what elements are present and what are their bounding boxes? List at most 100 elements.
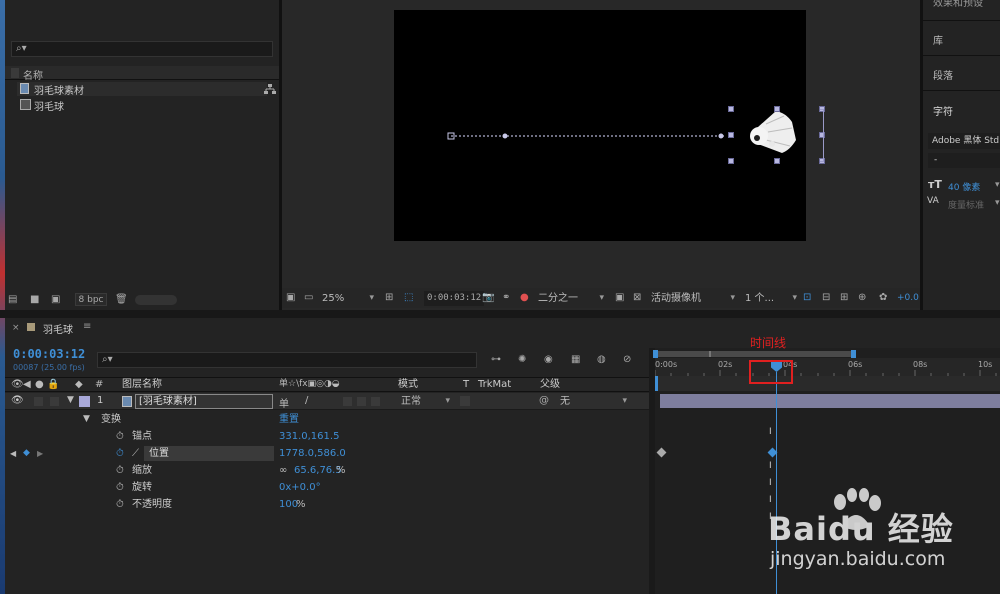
composition-canvas[interactable] (394, 10, 825, 241)
layer-name-column-header[interactable]: 图层名称 (122, 378, 162, 391)
transform-handle[interactable] (728, 158, 734, 164)
work-area-bar[interactable] (653, 350, 856, 358)
bpc-button[interactable]: 8 bpc (75, 293, 107, 306)
switch-box[interactable] (357, 397, 366, 406)
channel-icon[interactable]: ● (520, 292, 529, 304)
comp-flowchart-icon[interactable]: ⊶ (491, 354, 501, 366)
stopwatch-icon[interactable]: ⏱ (116, 428, 124, 445)
eye-icon[interactable]: 👁 (11, 378, 24, 391)
transparency-grid-icon[interactable]: ▣ (615, 292, 624, 304)
layer-label-color[interactable] (79, 396, 90, 407)
property-value[interactable]: 65.6,76.5 (294, 462, 342, 479)
stopwatch-active-icon[interactable]: ⏱ (116, 445, 124, 462)
mode-column-header[interactable]: 模式 (398, 378, 418, 391)
font-style-dropdown[interactable]: - (928, 153, 1000, 168)
switch-box[interactable] (343, 397, 352, 406)
new-folder-icon[interactable]: ■ (30, 294, 39, 306)
transform-expand-icon[interactable]: ▼ (83, 411, 90, 428)
transform-handle[interactable] (728, 132, 734, 138)
always-preview-icon[interactable]: ▣ (286, 292, 295, 304)
project-item-composition[interactable]: 羽毛球 (17, 98, 267, 113)
project-scrollbar[interactable] (135, 295, 177, 305)
property-row-scale[interactable]: ⏱ 缩放 ∞ 65.6,76.5 % (5, 462, 651, 479)
interpret-footage-icon[interactable]: ▤ (8, 294, 17, 306)
property-row-anchor[interactable]: ⏱ 锚点 331.0,161.5 (5, 428, 651, 445)
layer-row[interactable]: 👁 ▼ 1 [羽毛球素材] 单 / 正常 @ 无 (5, 393, 651, 410)
lock-icon[interactable]: 🔒 (47, 378, 59, 391)
library-tab[interactable]: 库 (933, 32, 943, 47)
switches-column-header[interactable]: 单☆\fx▣◎◑◒ (279, 378, 340, 391)
switch-box[interactable] (371, 397, 380, 406)
prev-keyframe-icon[interactable]: ◀ (10, 445, 16, 462)
mode-dropdown[interactable]: 正常 (398, 394, 454, 409)
shy-layers-icon[interactable]: ◉ (544, 354, 553, 366)
exposure-value[interactable]: +0.0 (897, 293, 919, 303)
tracking-dropdown-icon[interactable]: ▾ (995, 198, 1000, 208)
layer-expand-icon[interactable]: ▼ (67, 395, 74, 405)
transform-handle[interactable] (774, 158, 780, 164)
timeline-icon[interactable]: ⊞ (840, 292, 848, 304)
number-column-header[interactable]: # (95, 378, 103, 391)
reset-exposure-icon[interactable]: ✿ (879, 292, 887, 304)
font-size-dropdown-icon[interactable]: ▾ (995, 180, 1000, 190)
layer-lock-box[interactable] (50, 397, 59, 406)
font-family-dropdown[interactable]: Adobe 黑体 Std (928, 133, 1000, 149)
property-value[interactable]: 0x+0.0° (279, 479, 321, 496)
camera-snapshot-icon[interactable]: 📷 (482, 292, 494, 304)
pick-whip-icon[interactable]: @ (539, 395, 549, 406)
layer-audio-box[interactable] (34, 397, 43, 406)
tracking-value[interactable]: 度量标准 (948, 198, 984, 211)
toggle-view-icon[interactable]: ⊡ (803, 292, 811, 304)
effects-presets-tab[interactable]: 效果和预设 (933, 0, 983, 9)
transform-group-row[interactable]: ▼ 变换 重置 (5, 411, 651, 428)
transform-reset-link[interactable]: 重置 (279, 411, 299, 428)
time-ruler[interactable]: 0:00s 02s 04s 06s 08s 10s (655, 358, 1000, 376)
property-value[interactable]: 1778.0,586.0 (279, 445, 346, 462)
t-column-header[interactable]: T (463, 378, 469, 391)
timeline-tab-label[interactable]: 羽毛球 (43, 321, 73, 336)
new-composition-icon[interactable]: ▣ (51, 294, 60, 306)
stopwatch-icon[interactable]: ⏱ (116, 496, 124, 513)
property-row-rotation[interactable]: ⏱ 旋转 0x+0.0° (5, 479, 651, 496)
show-snapshot-icon[interactable]: ⚭ (502, 292, 510, 304)
work-area-start-handle[interactable] (653, 350, 658, 358)
camera-dropdown[interactable]: 活动摄像机 (651, 291, 739, 306)
graph-icon[interactable]: ⟋ (132, 445, 139, 462)
fit-icon[interactable]: ⊞ (385, 292, 393, 304)
current-time-display[interactable]: 0:00:03:12 (13, 347, 85, 361)
motion-blur-icon[interactable]: ◍ (597, 354, 606, 366)
transform-handle[interactable] (774, 106, 780, 112)
trash-icon[interactable]: 🗑 (115, 294, 128, 306)
monitor-icon[interactable]: ▭ (304, 292, 313, 304)
tab-menu-icon[interactable]: ≡ (83, 321, 91, 332)
close-tab-icon[interactable]: × (12, 323, 20, 333)
character-tab[interactable]: 字符 (933, 103, 953, 118)
frame-blending-icon[interactable]: ▦ (571, 354, 580, 366)
layer-visibility-icon[interactable]: 👁 (11, 395, 24, 406)
property-row-position[interactable]: ◀ ◆ ▶ ⏱ ⟋ 位置 1778.0,586.0 (5, 445, 651, 462)
draft-3d-icon[interactable]: ✺ (518, 354, 526, 366)
views-dropdown[interactable]: 1 个... (745, 291, 801, 306)
trkmat-column-header[interactable]: TrkMat (478, 378, 511, 391)
position-keyframe[interactable] (656, 447, 667, 458)
region-of-interest-icon[interactable]: ⬚ (404, 292, 413, 304)
add-keyframe-icon[interactable]: ◆ (23, 445, 30, 462)
property-value[interactable]: 331.0,161.5 (279, 428, 339, 445)
hierarchy-icon[interactable] (264, 84, 276, 94)
quality-switch[interactable]: / (305, 395, 308, 406)
grid-icon[interactable]: ⊠ (633, 292, 641, 304)
parent-column-header[interactable]: 父级 (540, 378, 560, 391)
paragraph-tab[interactable]: 段落 (933, 67, 953, 82)
viewer-timecode[interactable]: 0:00:03:12 (424, 291, 485, 306)
layer-name-field[interactable]: [羽毛球素材] (135, 394, 273, 409)
label-tag-icon[interactable]: ◆ (75, 378, 83, 391)
stopwatch-icon[interactable]: ⏱ (116, 479, 124, 496)
next-keyframe-icon[interactable]: ▶ (37, 445, 43, 462)
resolution-dropdown[interactable]: 二分之一 (538, 291, 608, 306)
font-size-value[interactable]: 40 像素 (948, 180, 980, 193)
project-search-box[interactable]: ⌕▾ (11, 41, 273, 57)
work-area-end-handle[interactable] (851, 350, 856, 358)
property-row-opacity[interactable]: ⏱ 不透明度 100 % (5, 496, 651, 513)
timeline-search-box[interactable]: ⌕▾ (97, 352, 477, 368)
parent-dropdown[interactable]: 无 (555, 394, 631, 409)
